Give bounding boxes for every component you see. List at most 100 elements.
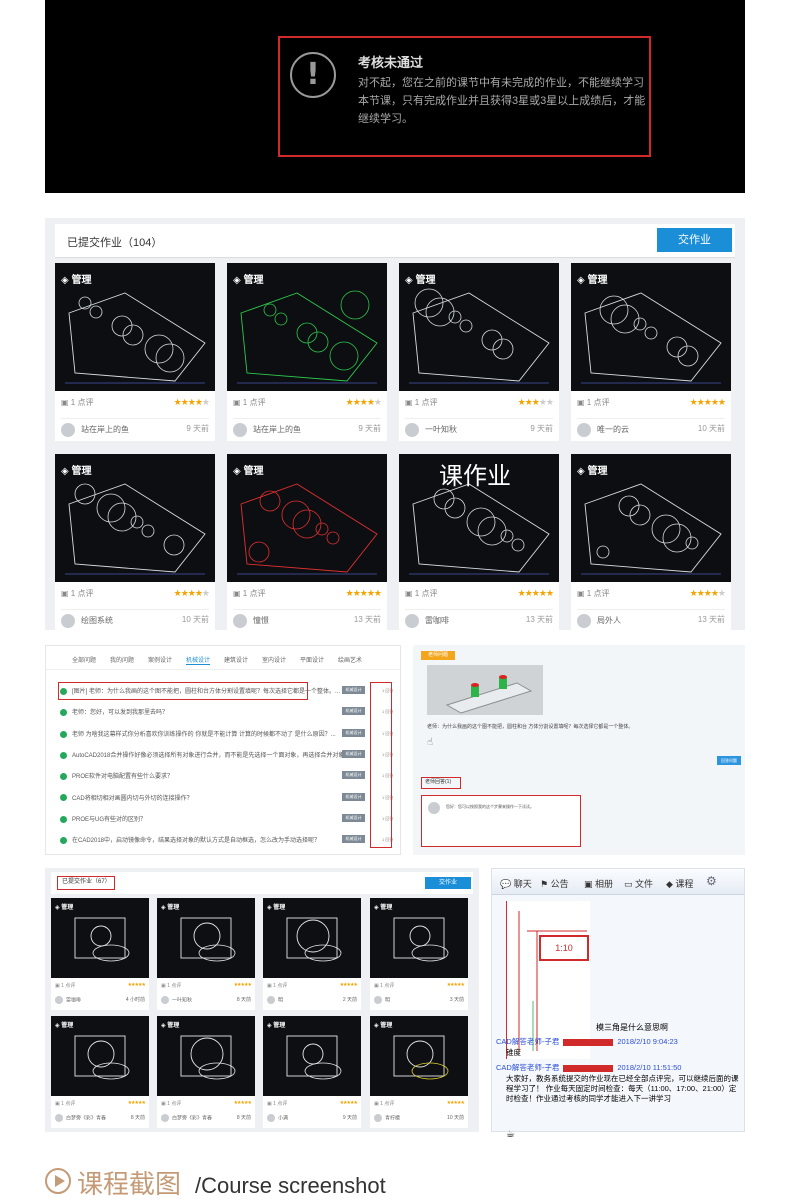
manage-tag[interactable]: ◈ 管理 xyxy=(55,902,73,911)
username[interactable]: 局外人 xyxy=(597,616,621,625)
forum-tab[interactable]: 建筑设计 xyxy=(224,655,248,664)
homework-card[interactable]: ◈ 管理 ▣ 1 点评 ★★★★★ 白梦旁《彩》青春 8 天前 xyxy=(157,1016,255,1128)
category-pill[interactable]: 机械设计 xyxy=(342,792,365,801)
question-title[interactable]: 老师：您好，可以发到我那里去吗？ xyxy=(72,710,168,716)
avatar[interactable] xyxy=(577,423,591,437)
username[interactable]: 青柠檬 xyxy=(385,1115,400,1121)
question-row[interactable]: AutoCAD2018合并操作好像必须选择所有对象进行合并，而不能是先选择一个面… xyxy=(60,749,376,764)
avatar[interactable] xyxy=(405,423,419,437)
avatar[interactable] xyxy=(61,614,75,628)
avatar[interactable] xyxy=(55,1114,63,1122)
homework-card[interactable]: ◈ 管理 ▣ 1 点评 ★★★★★ 青柠檬 10 天前 xyxy=(370,1016,468,1128)
question-title[interactable]: CAD将相切相对画圆内切与外切的连接操作？ xyxy=(72,796,193,802)
homework-card[interactable]: ◈ 管理 ▣ 1 点评 ★★★★★ 唯一的云 10 天前 xyxy=(571,263,731,441)
avatar[interactable] xyxy=(233,423,247,437)
username[interactable]: 站在岸上的鱼 xyxy=(81,425,129,434)
chat-tab[interactable]: ◆ 课程 xyxy=(666,877,693,890)
category-pill[interactable]: 机械设计 xyxy=(342,813,365,822)
homework-card[interactable]: ◈ 管理 ▣ 1 点评 ★★★★★ 明 3 天前 xyxy=(370,898,468,1010)
homework-card[interactable]: ◈ 管理 ▣ 1 点评 ★★★★★ 小满 9 天前 xyxy=(263,1016,361,1128)
chat-tab[interactable]: ⚑ 公告 xyxy=(540,877,569,890)
category-pill[interactable]: 机械设计 xyxy=(342,749,365,758)
manage-tag[interactable]: ◈ 管理 xyxy=(55,1020,73,1029)
question-title[interactable]: PROE与UG有些对的区别？ xyxy=(72,817,146,823)
question-row[interactable]: 老师：您好，可以发到我那里去吗？ 机械设计 xyxy=(60,707,376,721)
category-pill[interactable]: 机械设计 xyxy=(342,771,365,780)
avatar[interactable] xyxy=(577,614,591,628)
submit-homework-button[interactable]: 交作业 xyxy=(425,877,471,889)
homework-card[interactable]: ◈ 管理 ▣ 1 点评 ★★★★★ 绘图系统 10 天前 xyxy=(55,454,215,632)
homework-card[interactable]: ◈ 管理 ▣ 1 点评 ★★★★★ 局外人 13 天前 xyxy=(571,454,731,632)
submit-homework-button[interactable]: 交作业 xyxy=(657,228,732,252)
avatar[interactable] xyxy=(405,614,419,628)
homework-card[interactable]: 课作业 ▣ 1 点评 ★★★★★ 雷咖啡 13 天前 xyxy=(399,454,559,632)
manage-tag[interactable]: ◈ 管理 xyxy=(374,902,392,911)
sender-name[interactable]: CAD解答老师-子君 xyxy=(496,1063,559,1072)
homework-card[interactable]: ◈ 管理 ▣ 1 点评 ★★★★★ 一叶知秋 9 天前 xyxy=(399,263,559,441)
avatar[interactable] xyxy=(161,1114,169,1122)
username[interactable]: 白梦旁《彩》青春 xyxy=(66,1115,106,1121)
homework-card[interactable]: ◈ 管理 ▣ 1 点评 ★★★★★ 憧憬 13 天前 xyxy=(227,454,387,632)
question-row[interactable]: 在CAD2018中，启动镜像命令，结果选择对象的默认方式是自动框选，怎么改为手动… xyxy=(60,835,376,849)
category-pill[interactable]: 机械设计 xyxy=(342,835,365,844)
forum-tab[interactable]: 全部问题 xyxy=(72,655,96,664)
question-title[interactable]: PROE软件对电脑配置有些什么要求？ xyxy=(72,774,173,780)
chat-tab[interactable]: ▭ 文件 xyxy=(624,877,653,890)
manage-tag[interactable]: ◈ 管理 xyxy=(577,271,607,286)
manage-tag[interactable]: ◈ 管理 xyxy=(61,271,91,286)
category-pill[interactable]: 机械设计 xyxy=(342,707,365,716)
forum-tab[interactable]: 室内设计 xyxy=(262,655,286,664)
avatar[interactable] xyxy=(267,1114,275,1122)
forum-tab[interactable]: 我的问题 xyxy=(110,655,134,664)
manage-tag[interactable]: ◈ 管理 xyxy=(233,462,263,477)
username[interactable]: 绘图系统 xyxy=(81,616,113,625)
manage-tag[interactable]: ◈ 管理 xyxy=(267,902,285,911)
homework-card[interactable]: ◈ 管理 ▣ 1 点评 ★★★★★ 明 2 天前 xyxy=(263,898,361,1010)
forum-tab[interactable]: 机械设计 xyxy=(186,655,211,665)
question-title[interactable]: AutoCAD2018合并操作好像必须选择所有对象进行合并，而不能是先选择一个面… xyxy=(72,753,355,759)
username[interactable]: 雷咖啡 xyxy=(425,616,449,625)
manage-tag[interactable]: ◈ 管理 xyxy=(374,1020,392,1029)
manage-tag[interactable]: ◈ 管理 xyxy=(161,902,179,911)
question-row[interactable]: 老师 为啥我这幕样式你分析喜欢你训练操作的 你就是不能计算 计算的时候都不动了 … xyxy=(60,728,376,743)
username[interactable]: 明 xyxy=(278,997,283,1003)
avatar[interactable] xyxy=(61,423,75,437)
forum-tab[interactable]: 案例设计 xyxy=(148,655,172,664)
manage-tag[interactable]: ◈ 管理 xyxy=(233,271,263,286)
category-pill[interactable]: 机械设计 xyxy=(342,728,365,737)
manage-tag[interactable]: ◈ 管理 xyxy=(577,462,607,477)
avatar[interactable] xyxy=(161,996,169,1004)
avatar[interactable] xyxy=(233,614,247,628)
homework-card[interactable]: ◈ 管理 ▣ 1 点评 ★★★★★ 站在岸上的鱼 9 天前 xyxy=(227,263,387,441)
username[interactable]: 唯一的云 xyxy=(597,425,629,434)
username[interactable]: 憧憬 xyxy=(253,616,269,625)
question-row[interactable]: CAD将相切相对画圆内切与外切的连接操作？ 机械设计 xyxy=(60,792,376,807)
username[interactable]: 明 xyxy=(385,997,390,1003)
avatar[interactable] xyxy=(374,1114,382,1122)
sender-name[interactable]: CAD解答老师-子君 xyxy=(496,1037,559,1046)
username[interactable]: 白梦旁《彩》青春 xyxy=(172,1115,212,1121)
answer-button[interactable]: 回答问题 xyxy=(717,756,741,765)
username[interactable]: 站在岸上的鱼 xyxy=(253,425,301,434)
username[interactable]: 小满 xyxy=(278,1115,288,1121)
gear-icon[interactable]: ⚙ xyxy=(706,874,717,888)
manage-tag[interactable]: ◈ 管理 xyxy=(267,1020,285,1029)
chat-tab[interactable]: 💬 聊天 xyxy=(500,877,532,890)
homework-card[interactable]: ◈ 管理 ▣ 1 点评 ★★★★★ 一叶知秋 8 天前 xyxy=(157,898,255,1010)
question-title[interactable]: 在CAD2018中，启动镜像命令，结果选择对象的默认方式是自动框选，怎么改为手动… xyxy=(72,838,320,844)
question-row[interactable]: PROE软件对电脑配置有些什么要求？ 机械设计 xyxy=(60,771,376,785)
forum-tab[interactable]: 绘画艺术 xyxy=(338,655,362,664)
username[interactable]: 雷咖啡 xyxy=(66,997,81,1003)
avatar[interactable] xyxy=(55,996,63,1004)
username[interactable]: 一叶知秋 xyxy=(425,425,457,434)
homework-card[interactable]: ◈ 管理 ▣ 1 点评 ★★★★★ 雷咖啡 4 小时前 xyxy=(51,898,149,1010)
manage-tag[interactable]: ◈ 管理 xyxy=(161,1020,179,1029)
manage-tag[interactable]: ◈ 管理 xyxy=(61,462,91,477)
username[interactable]: 一叶知秋 xyxy=(172,997,192,1003)
chat-tab[interactable]: ▣ 相册 xyxy=(584,877,613,890)
question-title[interactable]: 老师 为啥我这幕样式你分析喜欢你训练操作的 你就是不能计算 计算的时候都不动了 … xyxy=(72,732,336,738)
forum-tab[interactable]: 平面设计 xyxy=(300,655,324,664)
category-pill[interactable]: 机械设计 xyxy=(342,686,365,694)
homework-card[interactable]: ◈ 管理 ▣ 1 点评 ★★★★★ 白梦旁《彩》青春 8 天前 xyxy=(51,1016,149,1128)
manage-tag[interactable]: ◈ 管理 xyxy=(405,271,435,286)
